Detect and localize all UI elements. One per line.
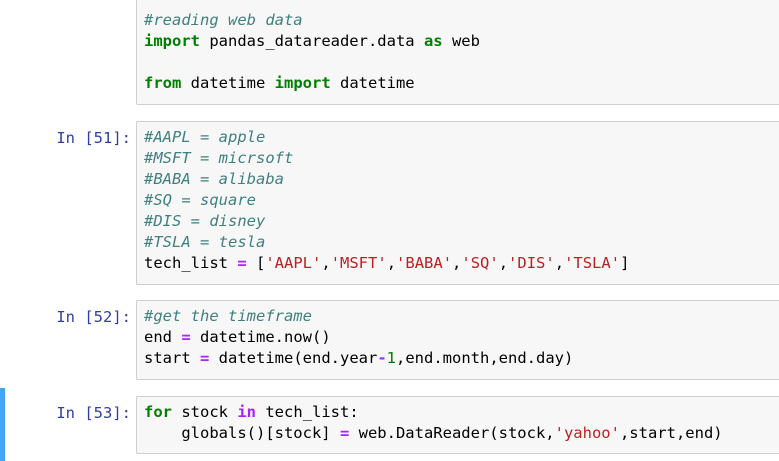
code-token: 'TSLA': [564, 254, 621, 272]
code-token: datetime: [181, 74, 275, 92]
code-token: #MSFT = micrsoft: [144, 149, 294, 167]
code-token: globals()[stock]: [144, 424, 340, 442]
code-token: tech_list:: [256, 403, 359, 421]
code-token: [: [246, 254, 266, 272]
code-line: tech_list = ['AAPL','MSFT','BABA','SQ','…: [144, 253, 779, 274]
code-line: #get the timeframe: [144, 306, 779, 327]
code-line: end = datetime.now(): [144, 327, 779, 348]
code-editor[interactable]: #reading web data import pandas_datareade…: [136, 0, 779, 105]
code-line: from datetime import datetime: [144, 73, 779, 94]
code-token: start: [144, 349, 200, 367]
code-line: #AAPL = apple: [144, 127, 779, 148]
code-token: 'AAPL': [265, 254, 322, 272]
code-token: #BABA = alibaba: [144, 170, 284, 188]
code-token: -: [377, 349, 387, 367]
code-token: ,: [321, 254, 331, 272]
code-line: #MSFT = micrsoft: [144, 148, 779, 169]
code-token: ,end.month,end.day): [396, 349, 574, 367]
code-token: 'DIS': [508, 254, 555, 272]
code-line: #DIS = disney: [144, 211, 779, 232]
code-cell-53[interactable]: In [53]: for stock in tech_list: globals…: [0, 388, 779, 461]
code-editor[interactable]: #get the timeframe end = datetime.now() st…: [136, 300, 779, 380]
code-token: 'yahoo': [554, 424, 620, 442]
code-token: 'MSFT': [330, 254, 387, 272]
code-line: start = datetime(end.year-1,end.month,en…: [144, 348, 779, 369]
code-token: =: [339, 424, 350, 442]
code-token: web.DataReader(stock,: [349, 424, 555, 442]
code-token: =: [181, 328, 191, 346]
code-token: web: [442, 32, 480, 50]
cell-prompt: In [52]:: [56, 308, 131, 326]
code-line: #TSLA = tesla: [144, 232, 779, 253]
code-token: import: [274, 74, 331, 92]
code-cell-52[interactable]: In [52]: #get the timeframe end = datetim…: [0, 300, 779, 380]
code-line: globals()[stock] = web.DataReader(stock,…: [144, 423, 779, 444]
code-token: in: [237, 403, 256, 421]
code-line: #reading web data: [144, 10, 779, 31]
cell-prompt: In [51]:: [56, 129, 131, 147]
code-editor[interactable]: for stock in tech_list: globals()[stock]…: [136, 396, 779, 454]
code-line: #BABA = alibaba: [144, 169, 779, 190]
code-token: ,: [386, 254, 397, 272]
cell-prompt: In [53]:: [56, 404, 131, 422]
code-token: ,: [498, 254, 509, 272]
code-token: end: [144, 328, 182, 346]
code-token: ,: [452, 254, 462, 272]
code-token: #DIS = disney: [144, 212, 266, 230]
code-token: =: [200, 349, 210, 367]
code-token: =: [237, 254, 247, 272]
code-token: datetime.now(): [190, 328, 331, 346]
code-token: 'BABA': [396, 254, 453, 272]
code-token: #get the timeframe: [144, 307, 312, 325]
code-token: stock: [172, 403, 238, 421]
code-token: for: [144, 403, 172, 421]
code-token: #AAPL = apple: [144, 128, 266, 146]
code-line: #SQ = square: [144, 190, 779, 211]
code-token: #TSLA = tesla: [144, 233, 266, 251]
code-token: import: [144, 32, 200, 50]
code-token: 'SQ': [461, 254, 499, 272]
code-token: tech_list: [144, 254, 238, 272]
code-token: #reading web data: [144, 11, 303, 29]
code-token: 1: [386, 349, 397, 367]
code-cell-imports[interactable]: #reading web data import pandas_datareade…: [0, 0, 779, 105]
code-token: datetime: [330, 74, 415, 92]
code-token: datetime(end.year: [209, 349, 378, 367]
code-cell-51[interactable]: In [51]: #AAPL = apple #MSFT = micrsoft #B…: [0, 121, 779, 285]
code-token: as: [423, 32, 443, 50]
code-token: pandas_datareader.data: [200, 32, 424, 50]
code-token: from: [144, 74, 182, 92]
code-token: #SQ = square: [144, 191, 256, 209]
code-token: ,: [554, 254, 565, 272]
code-token: ,start,end): [619, 424, 723, 442]
code-line: for stock in tech_list:: [144, 402, 779, 423]
code-editor[interactable]: #AAPL = apple #MSFT = micrsoft #BABA = ali…: [136, 121, 779, 285]
code-token: ]: [620, 254, 630, 272]
code-line: import pandas_datareader.data as web: [144, 31, 779, 52]
